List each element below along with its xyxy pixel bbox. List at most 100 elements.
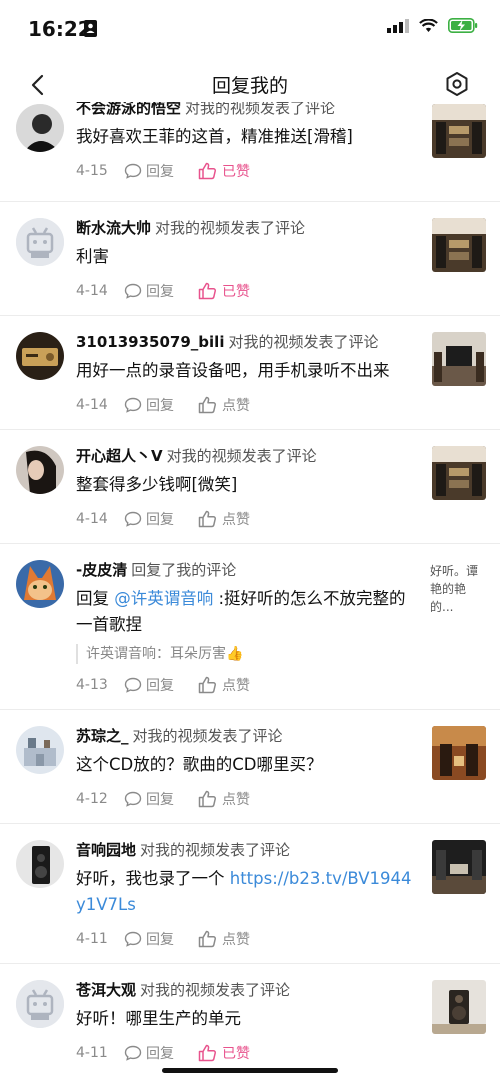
reply-button[interactable]: 回复 xyxy=(124,395,198,415)
thumbs-up-icon xyxy=(198,930,217,948)
comment-date: 4-13 xyxy=(76,677,108,693)
like-button[interactable]: 已赞 xyxy=(198,161,250,181)
comment-icon xyxy=(124,283,142,299)
username[interactable]: 不会游泳的悟空 xyxy=(76,102,181,117)
avatar[interactable] xyxy=(16,980,64,1028)
list-item[interactable]: 苏琮之_ 对我的视频发表了评论 这个CD放的？歌曲的CD哪里买？ 4-12 回复 … xyxy=(0,710,500,824)
comment-text: 整套得多少钱啊[微笑] xyxy=(76,475,238,494)
like-button[interactable]: 点赞 xyxy=(198,675,250,695)
avatar[interactable] xyxy=(16,726,64,774)
like-button[interactable]: 点赞 xyxy=(198,509,250,529)
wifi-icon xyxy=(419,18,438,32)
comment-text: 利害 xyxy=(76,247,109,266)
comment-icon xyxy=(124,163,142,179)
list-item[interactable]: 31013935079_bili 对我的视频发表了评论 用好一点的录音设备吧，用手… xyxy=(0,316,500,430)
avatar[interactable] xyxy=(16,840,64,888)
comment-icon xyxy=(124,931,142,947)
comment-text: 好听，我也录了一个 https://b23.tv/BV1944y1V7Ls xyxy=(76,869,412,914)
list-item[interactable]: -皮皮清 回复了我的评论 回复 @许英谓音响 :挺好听的怎么不放完整的一首歌捏 许… xyxy=(0,544,500,710)
page-title: 回复我的 xyxy=(211,75,288,97)
action-text: 回复了我的评论 xyxy=(131,561,237,579)
quoted-comment: 许英谓音响：耳朵厉害👍 xyxy=(76,644,418,664)
status-bar: 16:22 xyxy=(0,0,500,58)
settings-button[interactable] xyxy=(442,69,472,99)
like-button[interactable]: 点赞 xyxy=(198,395,250,415)
comment-date: 4-14 xyxy=(76,397,108,413)
comment-text: 好听！哪里生产的单元 xyxy=(76,1009,241,1028)
reply-button[interactable]: 回复 xyxy=(124,161,198,181)
reply-button[interactable]: 回复 xyxy=(124,929,198,949)
username[interactable]: 断水流大帅 xyxy=(76,219,151,237)
like-button[interactable]: 点赞 xyxy=(198,789,250,809)
avatar[interactable] xyxy=(16,560,64,608)
status-time: 16:22 xyxy=(28,17,92,41)
list-item[interactable]: 苍洱大观 对我的视频发表了评论 好听！哪里生产的单元 4-11 回复 已赞 xyxy=(0,964,500,1078)
video-thumbnail[interactable] xyxy=(432,332,486,386)
list-item[interactable]: 音响园地 对我的视频发表了评论 好听，我也录了一个 https://b23.tv/… xyxy=(0,824,500,964)
reply-button[interactable]: 回复 xyxy=(124,509,198,529)
contact-card-icon xyxy=(84,20,97,37)
action-text: 对我的视频发表了评论 xyxy=(155,219,306,237)
username[interactable]: 苍洱大观 xyxy=(76,981,136,999)
original-comment-preview[interactable]: 好听。谭艳的艳的... xyxy=(430,562,488,616)
comment-icon xyxy=(124,511,142,527)
username[interactable]: 音响园地 xyxy=(76,841,136,859)
video-thumbnail[interactable] xyxy=(432,446,486,500)
action-text: 对我的视频发表了评论 xyxy=(140,981,291,999)
comment-date: 4-12 xyxy=(76,791,108,807)
thumbs-up-icon xyxy=(198,162,217,180)
username[interactable]: -皮皮清 xyxy=(76,561,127,579)
list-item[interactable]: 断水流大帅 对我的视频发表了评论 利害 4-14 回复 已赞 xyxy=(0,202,500,316)
thumbs-up-icon xyxy=(198,790,217,808)
video-thumbnail[interactable] xyxy=(432,840,486,894)
avatar[interactable] xyxy=(16,104,64,152)
thumbs-up-icon xyxy=(198,282,217,300)
thumbs-up-icon xyxy=(198,396,217,414)
video-thumbnail[interactable] xyxy=(432,218,486,272)
comment-date: 4-11 xyxy=(76,1045,108,1061)
video-thumbnail[interactable] xyxy=(432,726,486,780)
mention-link[interactable]: @许英谓音响 xyxy=(114,589,213,608)
comment-text: 用好一点的录音设备吧，用手机录听不出来 xyxy=(76,361,390,380)
reply-list: 不会游泳的悟空 对我的视频发表了评论 我好喜欢王菲的这首，精准推送[滑稽] 4-1… xyxy=(0,102,500,1082)
action-text: 对我的视频发表了评论 xyxy=(185,102,336,117)
battery-charging-icon xyxy=(448,18,478,33)
thumbs-up-icon xyxy=(198,510,217,528)
video-thumbnail[interactable] xyxy=(432,980,486,1034)
comment-text: 我好喜欢王菲的这首，精准推送[滑稽] xyxy=(76,127,353,146)
thumbs-up-icon xyxy=(198,1044,217,1062)
default-avatar-icon xyxy=(16,218,64,266)
comment-date: 4-11 xyxy=(76,931,108,947)
action-text: 对我的视频发表了评论 xyxy=(140,841,291,859)
comment-icon xyxy=(124,791,142,807)
default-avatar-icon xyxy=(16,980,64,1028)
avatar[interactable] xyxy=(16,332,64,380)
gear-icon xyxy=(446,72,468,96)
username[interactable]: 开心超人丶V xyxy=(76,447,163,465)
like-button[interactable]: 点赞 xyxy=(198,929,250,949)
reply-button[interactable]: 回复 xyxy=(124,1043,198,1063)
username[interactable]: 苏琮之_ xyxy=(76,727,129,745)
action-text: 对我的视频发表了评论 xyxy=(166,447,317,465)
thumbs-up-icon xyxy=(198,676,217,694)
comment-date: 4-14 xyxy=(76,511,108,527)
comment-text: 回复 @许英谓音响 :挺好听的怎么不放完整的一首歌捏 xyxy=(76,589,406,634)
avatar[interactable] xyxy=(16,218,64,266)
reply-button[interactable]: 回复 xyxy=(124,281,198,301)
username[interactable]: 31013935079_bili xyxy=(76,333,224,351)
list-item[interactable]: 不会游泳的悟空 对我的视频发表了评论 我好喜欢王菲的这首，精准推送[滑稽] 4-1… xyxy=(0,102,500,202)
signal-icon xyxy=(387,18,409,33)
home-indicator[interactable] xyxy=(162,1068,338,1073)
avatar[interactable] xyxy=(16,446,64,494)
like-button[interactable]: 已赞 xyxy=(198,1043,250,1063)
video-thumbnail[interactable] xyxy=(432,104,486,158)
comment-date: 4-15 xyxy=(76,163,108,179)
comment-date: 4-14 xyxy=(76,283,108,299)
like-button[interactable]: 已赞 xyxy=(198,281,250,301)
comment-icon xyxy=(124,677,142,693)
comment-icon xyxy=(124,397,142,413)
list-item[interactable]: 开心超人丶V 对我的视频发表了评论 整套得多少钱啊[微笑] 4-14 回复 点赞 xyxy=(0,430,500,544)
reply-button[interactable]: 回复 xyxy=(124,789,198,809)
comment-text: 这个CD放的？歌曲的CD哪里买？ xyxy=(76,755,323,774)
reply-button[interactable]: 回复 xyxy=(124,675,198,695)
